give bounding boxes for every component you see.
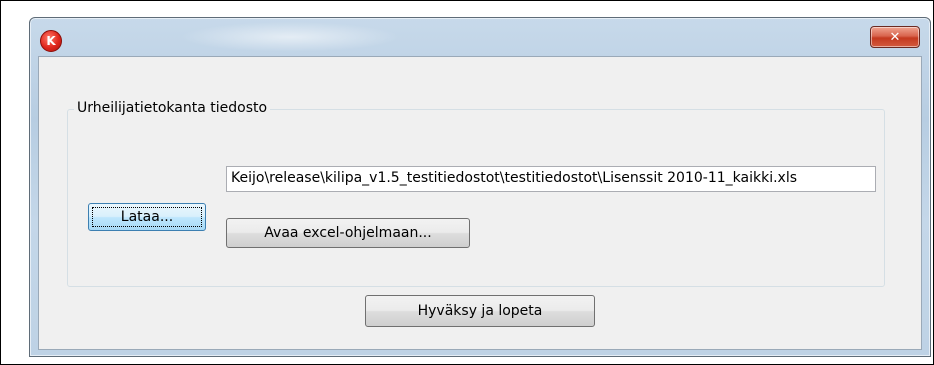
- database-file-group: Urheilijatietokanta tiedosto Lataa... Ke…: [67, 100, 885, 287]
- group-title: Urheilijatietokanta tiedosto: [74, 100, 271, 116]
- screenshot-frame: K ✕ Urheilijatietokanta tiedosto Lataa..…: [0, 0, 934, 365]
- dialog-client-area: Urheilijatietokanta tiedosto Lataa... Ke…: [38, 56, 922, 350]
- file-path-field[interactable]: Keijo\release\kilipa_v1.5_testitiedostot…: [226, 166, 876, 192]
- open-excel-button[interactable]: Avaa excel-ohjelmaan...: [226, 218, 470, 248]
- accept-and-exit-button-label: Hyväksy ja lopeta: [417, 303, 543, 319]
- dialog-window: K ✕ Urheilijatietokanta tiedosto Lataa..…: [29, 17, 931, 357]
- focus-ring: [92, 207, 202, 227]
- title-bar-glare: [180, 22, 400, 52]
- open-excel-button-label: Avaa excel-ohjelmaan...: [264, 225, 432, 241]
- title-bar[interactable]: K ✕: [30, 18, 930, 56]
- accept-and-exit-button[interactable]: Hyväksy ja lopeta: [365, 295, 595, 327]
- close-icon[interactable]: ✕: [870, 26, 920, 48]
- app-logo-icon: K: [40, 30, 62, 52]
- load-button[interactable]: Lataa...: [88, 203, 206, 231]
